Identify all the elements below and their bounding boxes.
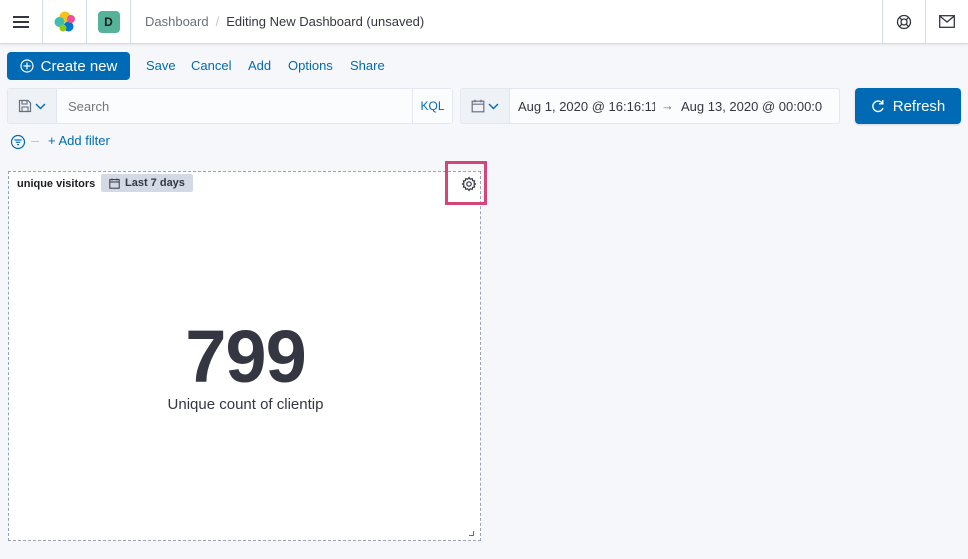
create-new-label: Create new [40, 57, 118, 75]
quick-date-menu-button[interactable] [461, 89, 510, 123]
save-link[interactable]: Save [146, 58, 176, 73]
breadcrumb: Dashboard / Editing New Dashboard (unsav… [145, 0, 424, 43]
plus-circle-icon [20, 59, 34, 73]
header-divider [130, 0, 131, 43]
filter-icon[interactable] [10, 134, 26, 150]
options-link[interactable]: Options [288, 58, 333, 73]
add-link[interactable]: Add [248, 58, 271, 73]
dashboard-panel[interactable]: unique visitors Last 7 days 799 Unique c… [8, 161, 487, 541]
elastic-logo [54, 11, 75, 31]
space-selector[interactable]: D [87, 0, 130, 43]
space-avatar: D [97, 10, 120, 33]
save-icon [18, 99, 32, 113]
date-picker: Aug 1, 2020 @ 16:16:11. → Aug 13, 2020 @… [460, 88, 840, 124]
create-new-button[interactable]: Create new [7, 52, 130, 80]
breadcrumb-dashboard[interactable]: Dashboard [145, 14, 209, 29]
mail-icon [939, 15, 955, 28]
time-range-badge: Last 7 days [101, 174, 193, 192]
time-range-label: Last 7 days [125, 177, 185, 189]
chevron-down-icon [35, 103, 46, 109]
panel-title: unique visitors [17, 178, 96, 190]
metric-label: Unique count of clientip [167, 396, 324, 413]
help-icon [896, 14, 912, 29]
date-range-arrow: → [661, 98, 674, 113]
help-button[interactable] [883, 0, 925, 43]
share-link[interactable]: Share [350, 58, 385, 73]
saved-query-button[interactable] [8, 89, 57, 123]
filter-bar: + Add filter [0, 128, 968, 154]
newsfeed-button[interactable] [926, 0, 968, 43]
breadcrumb-current: Editing New Dashboard (unsaved) [226, 14, 425, 29]
search-box: KQL [7, 88, 453, 124]
search-input[interactable] [68, 99, 408, 114]
breadcrumb-separator: / [215, 14, 220, 29]
dashboard-action-bar: Create new Save Cancel Add Options Share [0, 44, 968, 86]
query-bar: KQL Aug 1, 2020 @ 16:16:11. → Aug 13, 20… [0, 86, 968, 126]
add-filter-button[interactable]: + Add filter [48, 133, 110, 148]
query-language-button[interactable]: KQL [412, 89, 452, 123]
refresh-label: Refresh [892, 97, 946, 115]
top-header: D Dashboard / Editing New Dashboard (uns… [0, 0, 968, 44]
chevron-down-icon [488, 103, 499, 109]
home-logo-link[interactable] [43, 0, 86, 43]
filter-divider [31, 141, 39, 142]
start-date-button[interactable]: Aug 1, 2020 @ 16:16:11. [518, 99, 655, 114]
end-date-button[interactable]: Aug 13, 2020 @ 00:00:0 [681, 99, 826, 114]
refresh-icon [871, 100, 884, 113]
menu-button[interactable] [0, 0, 42, 43]
calendar-icon [471, 99, 485, 113]
menu-icon [13, 15, 29, 28]
calendar-icon [109, 178, 120, 189]
refresh-button[interactable]: Refresh [855, 88, 961, 124]
metric-value: 799 [185, 315, 306, 398]
gear-icon[interactable] [461, 176, 477, 192]
cancel-link[interactable]: Cancel [191, 58, 231, 73]
panel-resize-handle[interactable] [469, 531, 474, 536]
